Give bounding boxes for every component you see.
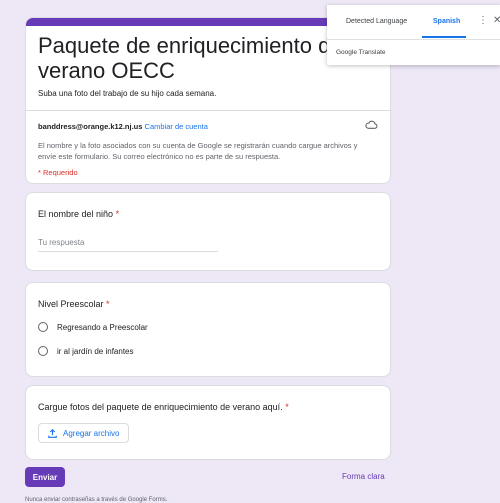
question-card-upload: Cargue fotos del paquete de enriquecimie… — [25, 385, 391, 460]
radio-option-jardin[interactable]: ir al jardín de infantes — [38, 346, 134, 356]
cloud-off-icon[interactable] — [365, 119, 378, 130]
required-legend: * Requerido — [38, 168, 78, 177]
radio-label: ir al jardín de infantes — [57, 346, 134, 356]
name-input[interactable]: Tu respuesta — [38, 238, 218, 252]
tab-detected-language[interactable]: Detected Language — [346, 18, 407, 25]
account-email: banddress@orange.k12.nj.us — [38, 122, 143, 131]
required-star: * — [106, 299, 110, 309]
question-title: Nivel Preescolar * — [38, 299, 110, 309]
switch-account-link[interactable]: Cambiar de cuenta — [145, 122, 208, 131]
more-vert-icon[interactable]: ⋮ — [478, 15, 488, 26]
question-title: El nombre del niño * — [38, 209, 119, 219]
required-star: * — [115, 209, 120, 219]
question-card-level: Nivel Preescolar * Regresando a Preescol… — [25, 282, 391, 377]
add-file-label: Agregar archivo — [63, 428, 120, 438]
upload-icon — [48, 428, 57, 438]
radio-circle[interactable] — [38, 346, 48, 356]
translate-brand: Google Translate — [336, 49, 386, 56]
translate-tab-bar: Detected Language Spanish ⋮ ✕ — [327, 5, 500, 40]
clear-form-link[interactable]: Forma clara — [342, 472, 385, 481]
active-tab-indicator — [422, 36, 466, 38]
radio-label: Regresando a Preescolar — [57, 322, 148, 332]
google-translate-popup: Detected Language Spanish ⋮ ✕ Google Tra… — [327, 5, 500, 65]
account-line: banddress@orange.k12.nj.us Cambiar de cu… — [38, 122, 208, 131]
required-star: * — [285, 402, 289, 412]
privacy-notice: El nombre y la foto asociados con su cue… — [38, 141, 358, 161]
radio-option-regresando[interactable]: Regresando a Preescolar — [38, 322, 148, 332]
question-title-text: Cargue fotos del paquete de enriquecimie… — [38, 402, 283, 412]
close-icon[interactable]: ✕ — [493, 15, 500, 26]
question-title: Cargue fotos del paquete de enriquecimie… — [38, 402, 289, 412]
divider — [26, 110, 390, 111]
question-card-name: El nombre del niño * Tu respuesta — [25, 192, 391, 271]
question-title-text: Nivel Preescolar — [38, 299, 104, 309]
submit-button[interactable]: Enviar — [25, 467, 65, 487]
question-title-text: El nombre del niño — [38, 209, 114, 219]
add-file-button[interactable]: Agregar archivo — [38, 423, 130, 443]
radio-circle[interactable] — [38, 322, 48, 332]
form-description: Suba una foto del trabajo de su hijo cad… — [38, 89, 217, 98]
password-warning: Nunca enviar contraseñas a través de Goo… — [25, 497, 168, 503]
tab-spanish[interactable]: Spanish — [433, 18, 460, 25]
